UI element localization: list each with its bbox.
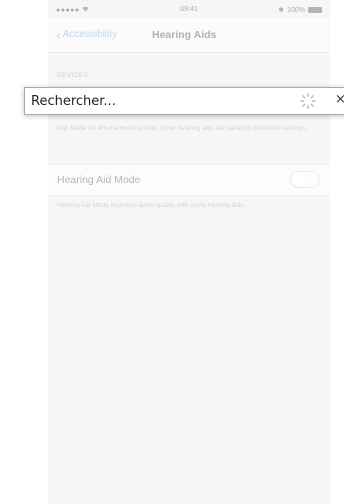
bluetooth-icon: ✱ (278, 7, 285, 14)
battery-percent: 100% (287, 6, 305, 14)
chevron-left-icon: ‹ (56, 26, 61, 43)
hearing-aid-mode-row[interactable]: Hearing Aid Mode (48, 164, 330, 196)
toggle-knob (291, 172, 306, 187)
page-title: Hearing Aids (152, 29, 217, 41)
navigation-bar: ‹ Accessibility Hearing Aids (48, 18, 330, 53)
close-icon[interactable]: × (335, 92, 344, 107)
back-button[interactable]: ‹ Accessibility (56, 26, 118, 43)
devices-section-header: DEVICES (57, 72, 89, 79)
hearing-aid-mode-footer: Hearing Aid Mode improves audio quality … (57, 202, 246, 209)
phone-screen: ●●●●● 09:41 ✱ 100% ‹ Accessibility Heari… (48, 0, 330, 504)
dim-overlay (48, 0, 330, 504)
status-bar: ●●●●● 09:41 ✱ 100% (48, 0, 330, 18)
hearing-aid-mode-toggle[interactable] (290, 171, 320, 188)
status-right: ✱ 100% (278, 6, 322, 14)
search-bar[interactable]: Rechercher... × (24, 87, 344, 115)
loading-spinner-icon (300, 93, 316, 109)
back-label: Accessibility (62, 29, 118, 40)
devices-footer: Pair Made for iPhone Hearing Aids. Other… (57, 125, 308, 132)
search-input[interactable]: Rechercher... (31, 94, 116, 109)
battery-icon (308, 7, 322, 13)
hearing-aid-mode-label: Hearing Aid Mode (57, 174, 141, 186)
